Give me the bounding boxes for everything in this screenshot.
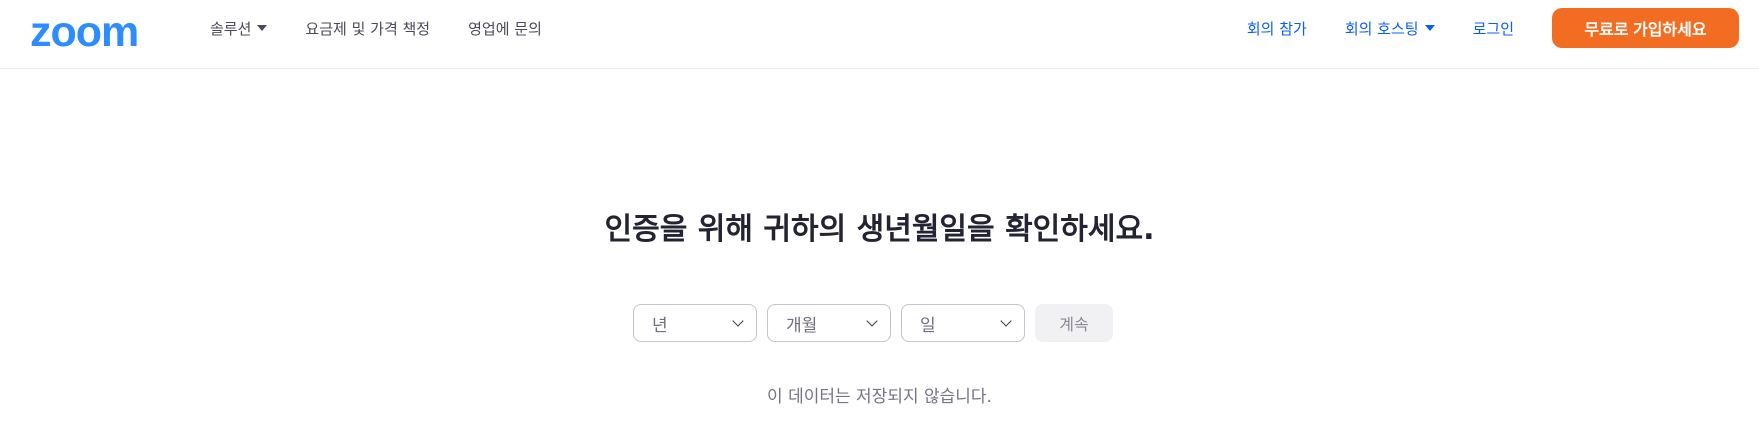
account-nav: 회의 참가 회의 호스팅 로그인 무료로 가입하세요 (1247, 0, 1739, 56)
zoom-logo[interactable]: zoom (30, 11, 139, 54)
birthdate-form: 년 개월 일 계속 (633, 304, 1113, 342)
nav-solutions[interactable]: 솔루션 (210, 18, 268, 39)
continue-button[interactable]: 계속 (1035, 304, 1113, 342)
page-title: 인증을 위해 귀하의 생년월일을 확인하세요. (604, 212, 1155, 247)
join-meeting-label: 회의 참가 (1246, 19, 1307, 38)
top-navigation-bar: zoom 솔루션 요금제 및 가격 책정 영업에 문의 회의 참가 회의 호스팅… (0, 0, 1759, 69)
primary-nav: 솔루션 요금제 및 가격 책정 영업에 문의 (210, 0, 580, 56)
chevron-down-icon (1000, 315, 1012, 327)
privacy-note: 이 데이터는 저장되지 않습니다. (767, 387, 992, 407)
chevron-down-icon (732, 315, 744, 327)
nav-solutions-label: 솔루션 (210, 19, 252, 38)
caret-down-icon (257, 25, 268, 31)
nav-contact-sales[interactable]: 영업에 문의 (468, 18, 542, 39)
sign-in-link[interactable]: 로그인 (1473, 18, 1514, 39)
month-select-value: 개월 (786, 315, 818, 336)
caret-down-icon (1424, 25, 1435, 31)
day-select[interactable]: 일 (901, 304, 1025, 342)
day-select-value: 일 (920, 315, 936, 336)
sign-up-free-button[interactable]: 무료로 가입하세요 (1552, 8, 1739, 48)
host-meeting-link[interactable]: 회의 호스팅 (1345, 18, 1435, 39)
nav-pricing[interactable]: 요금제 및 가격 책정 (305, 18, 430, 39)
year-select-value: 년 (652, 315, 668, 336)
year-select[interactable]: 년 (633, 304, 757, 342)
chevron-down-icon (866, 315, 878, 327)
join-meeting-link[interactable]: 회의 참가 (1247, 18, 1307, 39)
month-select[interactable]: 개월 (767, 304, 891, 342)
nav-pricing-label: 요금제 및 가격 책정 (305, 19, 431, 38)
sign-in-label: 로그인 (1472, 19, 1514, 38)
nav-contact-sales-label: 영업에 문의 (468, 19, 542, 38)
host-meeting-label: 회의 호스팅 (1344, 19, 1419, 38)
